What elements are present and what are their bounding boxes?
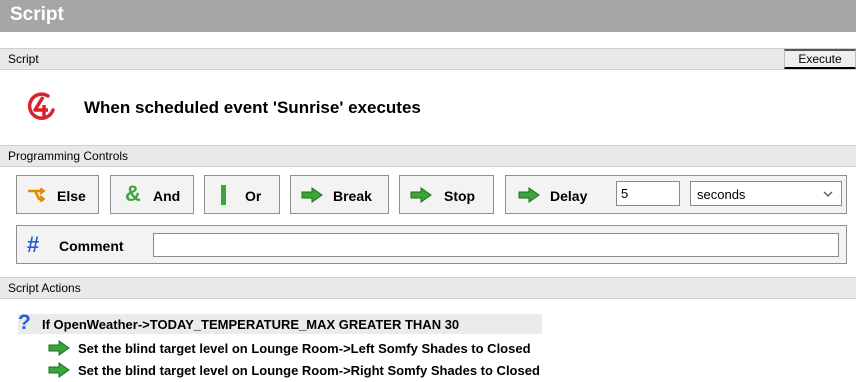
condition-row[interactable]: ? If OpenWeather->TODAY_TEMPERATURE_MAX … [18,311,542,334]
chevron-down-icon [823,191,833,197]
stop-button-label: Stop [444,188,476,204]
comment-label: Comment [59,238,124,254]
trigger-text: When scheduled event 'Sunrise' executes [84,98,421,117]
hash-icon: # [27,232,40,257]
or-button-label: Or [245,188,262,204]
programming-controls-label: Programming Controls [8,149,129,163]
brand-logo-icon [27,92,55,120]
window-title-bar: Script [0,0,856,32]
execute-button[interactable]: Execute [784,49,856,69]
ampersand-icon: & [125,181,141,206]
green-arrow-icon [410,187,432,203]
action-text: Set the blind target level on Lounge Roo… [78,341,531,356]
green-arrow-icon [48,340,70,356]
window-title: Script [10,4,64,25]
green-arrow-icon [48,362,70,378]
green-arrow-icon [518,187,540,203]
delay-unit-value: seconds [697,187,746,202]
and-button-label: And [153,188,181,204]
delay-value-input[interactable] [616,181,680,206]
comment-input[interactable] [153,233,839,257]
delay-unit-select[interactable]: seconds [690,181,842,206]
script-actions-header: Script Actions [0,277,856,299]
script-section-header: Script Execute [0,48,856,70]
comment-control[interactable]: # Comment [16,225,847,264]
break-button[interactable]: Break [290,175,389,214]
question-icon: ? [18,311,31,334]
delay-button-label: Delay [550,188,588,204]
else-button-label: Else [57,188,86,204]
and-button[interactable]: & And [110,175,194,214]
or-button[interactable]: Or [204,175,280,214]
break-button-label: Break [333,188,372,204]
pipe-icon [221,185,226,205]
programming-controls-header: Programming Controls [0,145,856,167]
green-arrow-icon [301,187,323,203]
stop-button[interactable]: Stop [399,175,494,214]
condition-text: If OpenWeather->TODAY_TEMPERATURE_MAX GR… [42,317,460,332]
else-button[interactable]: Else [16,175,99,214]
script-section-label: Script [8,52,39,66]
action-text: Set the blind target level on Lounge Roo… [78,363,540,378]
else-branch-icon [28,188,45,202]
script-actions-label: Script Actions [8,281,81,295]
